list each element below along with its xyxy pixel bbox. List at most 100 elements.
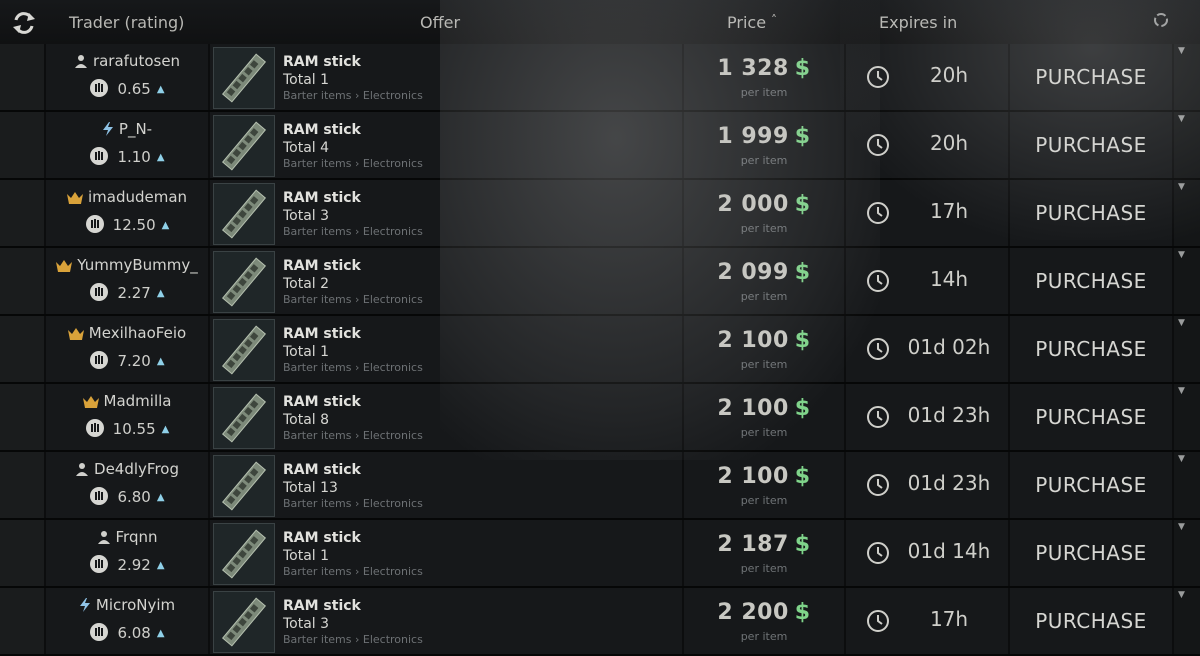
ram-stick-image[interactable] bbox=[213, 251, 275, 313]
chevron-down-icon[interactable]: ▼ bbox=[1178, 182, 1185, 192]
trader-rating: 0.65 bbox=[117, 80, 151, 98]
trader-name[interactable]: De4dlyFrog bbox=[94, 460, 179, 478]
purchase-button[interactable]: PURCHASE bbox=[1010, 316, 1172, 382]
chevron-down-icon[interactable]: ▼ bbox=[1178, 46, 1185, 56]
purchase-button[interactable]: PURCHASE bbox=[1010, 180, 1172, 246]
purchase-button[interactable]: PURCHASE bbox=[1010, 248, 1172, 314]
trader-name[interactable]: Frqnn bbox=[116, 528, 158, 546]
trader-name[interactable]: YummyBummy_ bbox=[77, 256, 197, 274]
expires-time: 01d 23h bbox=[907, 403, 991, 427]
row-expand-cell[interactable] bbox=[0, 520, 44, 586]
expires-time: 20h bbox=[929, 63, 969, 87]
rating-up-icon: ▲ bbox=[156, 492, 165, 503]
item-name: RAM stick bbox=[283, 598, 361, 614]
row-expand-cell[interactable] bbox=[0, 588, 44, 654]
ram-stick-image[interactable] bbox=[213, 183, 275, 245]
offer-row: rarafutosen 0.65 ▲ RAM stick Total 1 Bart… bbox=[0, 44, 1200, 112]
item-name: RAM stick bbox=[283, 122, 361, 138]
purchase-button[interactable]: PURCHASE bbox=[1010, 44, 1172, 110]
trader-name[interactable]: imadudeman bbox=[88, 188, 187, 206]
per-item-label: per item bbox=[740, 222, 788, 235]
rating-up-icon: ▲ bbox=[161, 424, 170, 435]
offer-row: imadudeman 12.50 ▲ RAM stick Total 3 Bart… bbox=[0, 180, 1200, 248]
price-cell: 1 328 $ per item bbox=[684, 44, 844, 110]
offer-cell: RAM stick Total 1 Barter items › Electro… bbox=[210, 44, 682, 110]
purchase-button[interactable]: PURCHASE bbox=[1010, 112, 1172, 178]
item-category: Barter items › Electronics bbox=[283, 497, 423, 510]
trader-name[interactable]: rarafutosen bbox=[93, 52, 180, 70]
row-expand-cell[interactable] bbox=[0, 316, 44, 382]
clock-icon bbox=[867, 406, 889, 428]
clock-icon bbox=[867, 610, 889, 632]
reputation-icon bbox=[89, 350, 109, 374]
row-expand-cell[interactable] bbox=[0, 44, 44, 110]
row-menu-cell: ▼ bbox=[1174, 316, 1200, 382]
offer-column-header[interactable]: Offer bbox=[420, 13, 460, 32]
item-quantity: Total 8 bbox=[283, 412, 330, 428]
offer-cell: RAM stick Total 4 Barter items › Electro… bbox=[210, 112, 682, 178]
dollar-icon: $ bbox=[794, 124, 811, 149]
item-category: Barter items › Electronics bbox=[283, 293, 423, 306]
ram-stick-image[interactable] bbox=[213, 523, 275, 585]
chevron-down-icon[interactable]: ▼ bbox=[1178, 318, 1185, 328]
offer-cell: RAM stick Total 2 Barter items › Electro… bbox=[210, 248, 682, 314]
purchase-cell: PURCHASE bbox=[1010, 180, 1172, 246]
refresh-offers-icon[interactable] bbox=[10, 9, 38, 37]
ram-stick-image[interactable] bbox=[213, 47, 275, 109]
row-expand-cell[interactable] bbox=[0, 452, 44, 518]
price-value: 2 100 bbox=[717, 328, 789, 353]
ram-stick-image[interactable] bbox=[213, 319, 275, 381]
purchase-button[interactable]: PURCHASE bbox=[1010, 520, 1172, 586]
dollar-icon: $ bbox=[794, 532, 811, 557]
purchase-button[interactable]: PURCHASE bbox=[1010, 384, 1172, 450]
chevron-down-icon[interactable]: ▼ bbox=[1178, 454, 1185, 464]
rating-up-icon: ▲ bbox=[156, 560, 165, 571]
row-menu-cell: ▼ bbox=[1174, 112, 1200, 178]
clock-icon bbox=[867, 66, 889, 88]
trader-cell: MexilhaoFeio 7.20 ▲ bbox=[46, 316, 208, 382]
trader-cell: MicroNyim 6.08 ▲ bbox=[46, 588, 208, 654]
trader-name[interactable]: P_N- bbox=[119, 120, 152, 138]
trader-name[interactable]: MexilhaoFeio bbox=[89, 324, 186, 342]
sort-ascending-icon[interactable]: ˄ bbox=[771, 13, 777, 27]
per-item-label: per item bbox=[740, 426, 788, 439]
price-column-header[interactable]: Price bbox=[727, 13, 766, 32]
item-category: Barter items › Electronics bbox=[283, 565, 423, 578]
row-expand-cell[interactable] bbox=[0, 248, 44, 314]
purchase-cell: PURCHASE bbox=[1010, 520, 1172, 586]
ram-stick-image[interactable] bbox=[213, 591, 275, 653]
chevron-down-icon[interactable]: ▼ bbox=[1178, 590, 1185, 600]
trader-name[interactable]: MicroNyim bbox=[96, 596, 175, 614]
chevron-down-icon[interactable]: ▼ bbox=[1178, 386, 1185, 396]
row-expand-cell[interactable] bbox=[0, 180, 44, 246]
per-item-label: per item bbox=[740, 154, 788, 167]
chevron-down-icon[interactable]: ▼ bbox=[1178, 114, 1185, 124]
purchase-button[interactable]: PURCHASE bbox=[1010, 588, 1172, 654]
purchase-button[interactable]: PURCHASE bbox=[1010, 452, 1172, 518]
expires-cell: 01d 23h bbox=[846, 452, 1008, 518]
clock-icon bbox=[867, 542, 889, 564]
reputation-icon bbox=[89, 622, 109, 646]
offer-row: YummyBummy_ 2.27 ▲ RAM stick Total 2 Bart… bbox=[0, 248, 1200, 316]
item-name: RAM stick bbox=[283, 530, 361, 546]
lightning-icon bbox=[79, 598, 91, 616]
ram-stick-image[interactable] bbox=[213, 387, 275, 449]
ram-stick-image[interactable] bbox=[213, 455, 275, 517]
auto-refresh-icon[interactable] bbox=[1152, 11, 1170, 29]
row-menu-cell: ▼ bbox=[1174, 44, 1200, 110]
ram-stick-image[interactable] bbox=[213, 115, 275, 177]
chevron-down-icon[interactable]: ▼ bbox=[1178, 250, 1185, 260]
item-quantity: Total 1 bbox=[283, 72, 330, 88]
item-name: RAM stick bbox=[283, 394, 361, 410]
row-expand-cell[interactable] bbox=[0, 384, 44, 450]
chevron-down-icon[interactable]: ▼ bbox=[1178, 522, 1185, 532]
price-cell: 2 100 $ per item bbox=[684, 384, 844, 450]
offer-cell: RAM stick Total 8 Barter items › Electro… bbox=[210, 384, 682, 450]
expires-column-header[interactable]: Expires in bbox=[879, 13, 957, 32]
crown-icon bbox=[66, 190, 83, 208]
trader-column-header[interactable]: Trader (rating) bbox=[69, 13, 184, 32]
offer-cell: RAM stick Total 1 Barter items › Electro… bbox=[210, 316, 682, 382]
trader-name[interactable]: Madmilla bbox=[104, 392, 172, 410]
price-cell: 1 999 $ per item bbox=[684, 112, 844, 178]
row-expand-cell[interactable] bbox=[0, 112, 44, 178]
